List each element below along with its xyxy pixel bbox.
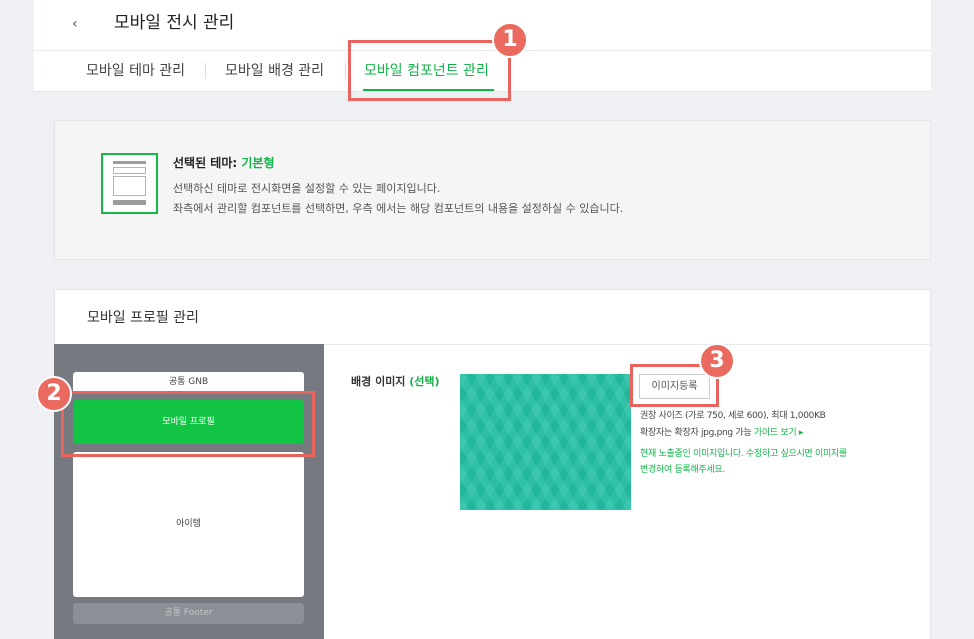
theme-description: 좌측에서 관리할 컴포넌트를 선택하면, 우측 에서는 해당 컴포넌트의 내용을… xyxy=(173,202,624,215)
theme-layout-icon xyxy=(101,153,158,214)
tab-mobile-theme[interactable]: 모바일 테마 관리 xyxy=(86,60,185,82)
callout-badge-2: 2 xyxy=(36,376,72,412)
selected-theme-name: 기본형 xyxy=(241,156,275,170)
tab-divider xyxy=(205,63,206,79)
current-image-notice: 현재 노출중인 이미지입니다. 수정하고 싶으시면 이미지를 xyxy=(640,449,847,459)
tab-divider xyxy=(345,63,346,79)
component-item[interactable]: 아이템 xyxy=(73,452,304,597)
guide-link[interactable]: 가이드 보기 ▸ xyxy=(754,428,804,438)
background-image-label: 배경 이미지 (선택) xyxy=(351,375,440,388)
current-image-notice: 변경하여 등록해주세요. xyxy=(640,465,725,475)
callout-box-1 xyxy=(348,40,511,101)
extension-hint: 확장자는 확장자 jpg,png 가능 가이드 보기 ▸ xyxy=(640,428,804,438)
component-common-gnb[interactable]: 공통 GNB xyxy=(73,372,304,392)
back-arrow-icon[interactable]: ‹ xyxy=(72,12,84,36)
profile-panel-title: 모바일 프로필 관리 xyxy=(87,310,199,326)
mobile-preview: 공통 GNB 모바일 프로필 아이템 공통 Footer xyxy=(54,344,324,639)
tab-mobile-background[interactable]: 모바일 배경 관리 xyxy=(225,60,324,82)
theme-description: 선택하신 테마로 전시화면을 설정할 수 있는 페이지입니다. xyxy=(173,182,441,195)
component-common-footer[interactable]: 공통 Footer xyxy=(73,603,304,624)
selected-theme-label: 선택된 테마: 기본형 xyxy=(173,156,275,170)
page-title: 모바일 전시 관리 xyxy=(114,13,235,33)
callout-badge-1: 1 xyxy=(492,22,528,58)
size-hint: 권장 사이즈 (가로 750, 세로 600), 최대 1,000KB xyxy=(640,411,826,421)
selected-theme-card: 선택된 테마: 기본형 선택하신 테마로 전시화면을 설정할 수 있는 페이지입… xyxy=(54,120,931,260)
callout-box-2 xyxy=(61,391,315,457)
background-image-preview xyxy=(460,374,631,510)
callout-badge-3: 3 xyxy=(699,343,735,379)
